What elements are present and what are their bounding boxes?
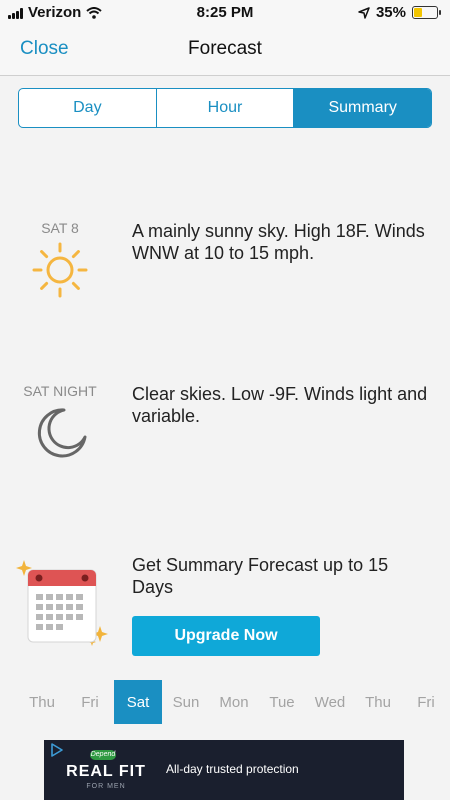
ad-tagline: All-day trusted protection: [166, 762, 299, 776]
tab-hour[interactable]: Hour: [157, 89, 295, 127]
ad-brand-sub: FOR MEN: [86, 783, 126, 790]
navigation-bar: Close Forecast: [0, 26, 450, 76]
day-tab-thu-next[interactable]: Thu: [354, 680, 402, 724]
calendar-icon: [16, 560, 108, 646]
upgrade-promo: Get Summary Forecast up to 15 Days Upgra…: [0, 552, 450, 662]
day-tab-sun[interactable]: Sun: [162, 680, 210, 724]
upgrade-now-button[interactable]: Upgrade Now: [132, 616, 320, 656]
day-tab-wed[interactable]: Wed: [306, 680, 354, 724]
location-arrow-icon: [358, 6, 370, 19]
sun-icon: [32, 242, 88, 298]
day-tab-fri[interactable]: Fri: [66, 680, 114, 724]
day-tab-sat[interactable]: Sat: [114, 680, 162, 724]
ad-brand-badge: Depend: [90, 750, 116, 760]
forecast-day-label: SAT NIGHT: [23, 383, 97, 399]
close-button[interactable]: Close: [20, 38, 69, 60]
status-bar: Verizon 8:25 PM 35%: [0, 0, 450, 26]
forecast-item: SAT 8 A mainly sunny sky. High 18F. Wind…: [0, 220, 450, 310]
promo-text: Get Summary Forecast up to 15 Days: [132, 555, 389, 597]
battery-percent: 35%: [375, 4, 406, 21]
forecast-mode-tabs: Day Hour Summary: [18, 88, 432, 128]
day-selector: Thu Fri Sat Sun Mon Tue Wed Thu Fri: [0, 680, 450, 724]
forecast-description: A mainly sunny sky. High 18F. Winds WNW …: [132, 221, 425, 263]
day-tab-mon[interactable]: Mon: [210, 680, 258, 724]
day-tab-fri-next[interactable]: Fri: [402, 680, 450, 724]
ad-banner[interactable]: Depend REAL FIT FOR MEN All-day trusted …: [44, 740, 404, 800]
battery-icon: [412, 6, 441, 19]
ad-brand-name: REAL FIT: [66, 763, 146, 780]
forecast-item: SAT NIGHT Clear skies. Low -9F. Winds li…: [0, 383, 450, 473]
day-tab-tue[interactable]: Tue: [258, 680, 306, 724]
moon-icon: [37, 408, 87, 458]
ad-choices-icon[interactable]: [50, 743, 64, 757]
battery-group: 35%: [358, 4, 441, 21]
tab-day[interactable]: Day: [19, 89, 157, 127]
day-tab-thu[interactable]: Thu: [18, 680, 66, 724]
forecast-day-label: SAT 8: [41, 220, 79, 236]
tab-summary[interactable]: Summary: [294, 89, 431, 127]
forecast-description: Clear skies. Low -9F. Winds light and va…: [132, 384, 428, 426]
